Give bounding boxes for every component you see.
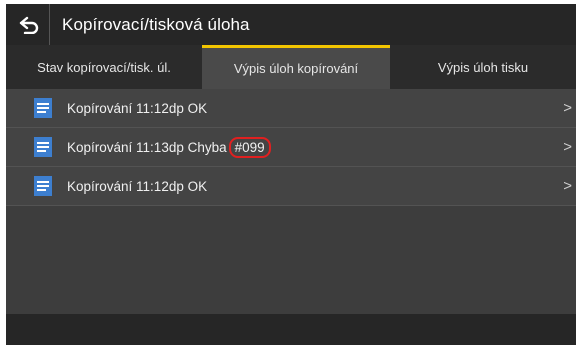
- back-button[interactable]: [6, 4, 50, 45]
- job-row-text: Kopírování 11:13dp Chyba: [67, 139, 227, 155]
- tab-bar: Stav kopírovací/tisk. úl. Výpis úloh kop…: [6, 45, 576, 89]
- footer-bar: [6, 314, 576, 345]
- job-list: Kopírování 11:12dp OK > Kopírování 11:13…: [6, 89, 576, 206]
- error-code-highlight: #099: [228, 136, 271, 158]
- back-arrow-icon: [19, 16, 38, 34]
- job-row-text: Kopírování 11:12dp OK: [67, 178, 208, 194]
- tab-copy-job-log[interactable]: Výpis úloh kopírování: [202, 45, 390, 89]
- tab-job-status[interactable]: Stav kopírovací/tisk. úl.: [6, 45, 202, 89]
- chevron-right-icon: >: [563, 177, 572, 195]
- chevron-right-icon: >: [563, 138, 572, 156]
- document-icon: [34, 98, 52, 118]
- job-row-2[interactable]: Kopírování 11:13dp Chyba #099 >: [6, 128, 576, 167]
- document-icon: [34, 176, 52, 196]
- job-row-text: Kopírování 11:12dp OK: [67, 100, 208, 116]
- document-icon: [34, 137, 52, 157]
- printer-panel-screen: Kopírovací/tisková úloha Stav kopírovací…: [6, 4, 576, 345]
- job-row-1[interactable]: Kopírování 11:12dp OK >: [6, 89, 576, 128]
- page-title: Kopírovací/tisková úloha: [62, 14, 250, 34]
- chevron-right-icon: >: [563, 99, 572, 117]
- job-row-3[interactable]: Kopírování 11:12dp OK >: [6, 167, 576, 206]
- tab-print-job-log[interactable]: Výpis úloh tisku: [390, 45, 576, 89]
- header-bar: Kopírovací/tisková úloha: [6, 4, 576, 45]
